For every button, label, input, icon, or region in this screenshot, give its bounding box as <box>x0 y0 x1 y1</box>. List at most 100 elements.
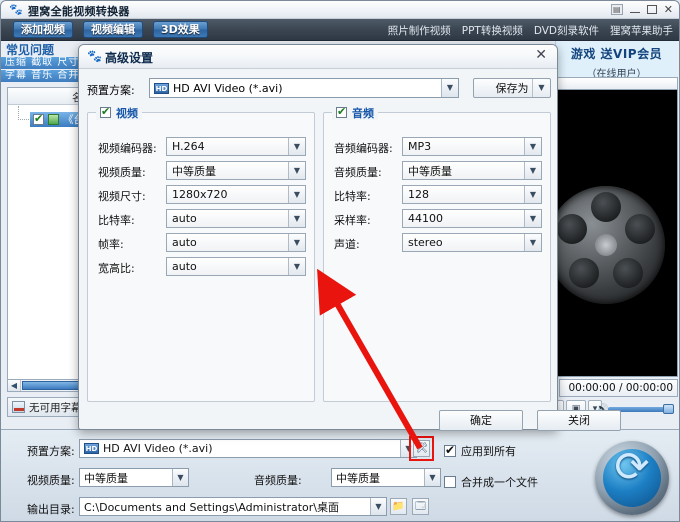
merge-files-checkbox[interactable] <box>444 476 456 488</box>
dialog-close-icon[interactable]: ✕ <box>535 47 547 63</box>
minimize-button[interactable] <box>629 6 640 13</box>
chevron-down-icon[interactable]: ▼ <box>524 234 541 251</box>
apply-to-all-checkbox[interactable] <box>444 443 456 457</box>
label-video-size: 视频尺寸: <box>98 190 146 203</box>
bottom-audio-quality-field[interactable]: 中等质量 ▼ <box>331 468 441 487</box>
field-video-size: 视频尺寸: 1280x720 ▼ <box>98 185 306 204</box>
playback-time: 00:00:00 / 00:00:00 <box>559 379 678 397</box>
value-video-size: 1280x720 <box>172 188 228 201</box>
select-aspect-ratio[interactable]: auto ▼ <box>166 257 306 276</box>
value-frame-rate: auto <box>172 236 197 249</box>
chevron-down-icon[interactable]: ▼ <box>288 186 305 203</box>
output-dir-field[interactable]: C:\Documents and Settings\Administrator\… <box>79 497 387 516</box>
bottom-video-quality-field[interactable]: 中等质量 ▼ <box>79 468 189 487</box>
dialog-preset-field[interactable]: HD HD AVI Video (*.avi) ▼ <box>149 78 459 98</box>
save-as-button[interactable]: 保存为 ▼ <box>473 78 551 98</box>
field-aspect-ratio: 宽高比: auto ▼ <box>98 257 306 276</box>
label-video-quality: 视频质量: <box>98 166 146 179</box>
label-video-codec: 视频编码器: <box>98 142 157 155</box>
chevron-down-icon[interactable]: ▼ <box>288 162 305 179</box>
subtitle-status-label: 无可用字幕 <box>29 401 82 414</box>
output-dir-value: C:\Documents and Settings\Administrator\… <box>84 500 340 514</box>
select-channels[interactable]: stereo ▼ <box>402 233 542 252</box>
chevron-down-icon[interactable]: ▼ <box>532 79 550 97</box>
link-apple-assistant[interactable]: 狸窝苹果助手 <box>610 23 673 38</box>
select-audio-quality[interactable]: 中等质量 ▼ <box>402 161 542 180</box>
merge-files-row[interactable]: 合并成一个文件 <box>444 474 538 490</box>
select-audio-codec[interactable]: MP3 ▼ <box>402 137 542 156</box>
chevron-down-icon[interactable]: ▼ <box>524 162 541 179</box>
highlight-annotation <box>409 436 434 461</box>
row-checkbox[interactable] <box>33 112 44 125</box>
bottom-video-quality-label: 视频质量: <box>27 474 75 487</box>
open-folder-button[interactable]: 🗔 <box>412 498 429 515</box>
main-toolbar: 添加视频 视频编辑 3D效果 照片制作视频 PPT转换视频 DVD刻录软件 狸窝… <box>1 19 679 41</box>
chevron-down-icon[interactable]: ▼ <box>370 498 386 515</box>
chevron-down-icon[interactable]: ▼ <box>524 138 541 155</box>
ok-button[interactable]: 确定 <box>439 410 523 431</box>
advanced-settings-dialog: 🐾 高级设置 ✕ 预置方案: HD HD AVI Video (*.avi) ▼… <box>78 44 621 431</box>
bottom-audio-quality-value: 中等质量 <box>336 471 380 485</box>
audio-group-header: 音频 <box>332 105 378 120</box>
maximize-button[interactable] <box>646 5 657 14</box>
select-video-codec[interactable]: H.264 ▼ <box>166 137 306 156</box>
value-audio-quality: 中等质量 <box>408 164 452 178</box>
dialog-app-icon: 🐾 <box>87 49 102 63</box>
chevron-down-icon[interactable]: ▼ <box>524 210 541 227</box>
chevron-down-icon[interactable]: ▼ <box>288 138 305 155</box>
chevron-down-icon[interactable]: ▼ <box>424 469 440 486</box>
label-sample-rate: 采样率: <box>334 214 371 227</box>
add-video-button[interactable]: 添加视频 <box>13 21 73 38</box>
save-as-label: 保存为 <box>495 82 529 95</box>
link-ppt-to-video[interactable]: PPT转换视频 <box>462 23 523 38</box>
value-video-codec: H.264 <box>172 140 205 153</box>
select-video-bitrate[interactable]: auto ▼ <box>166 209 306 228</box>
label-audio-codec: 音频编码器: <box>334 142 393 155</box>
effect-3d-button[interactable]: 3D效果 <box>153 21 208 38</box>
select-frame-rate[interactable]: auto ▼ <box>166 233 306 252</box>
video-enable-checkbox[interactable] <box>100 105 111 118</box>
field-audio-quality: 音频质量: 中等质量 ▼ <box>334 161 542 180</box>
window-title: 狸窝全能视频转换器 <box>28 5 130 18</box>
chevron-down-icon[interactable]: ▼ <box>288 258 305 275</box>
browse-folder-button[interactable]: 📁 <box>390 498 407 515</box>
bottom-preset-value: HD AVI Video (*.avi) <box>103 442 213 455</box>
value-aspect-ratio: auto <box>172 260 197 273</box>
field-audio-codec: 音频编码器: MP3 ▼ <box>334 137 542 156</box>
dialog-close-button[interactable]: 关闭 <box>537 410 621 431</box>
audio-enable-checkbox[interactable] <box>336 105 347 118</box>
chevron-down-icon[interactable]: ▼ <box>441 79 458 97</box>
field-video-bitrate: 比特率: auto ▼ <box>98 209 306 228</box>
link-dvd-burner[interactable]: DVD刻录软件 <box>534 23 599 38</box>
restore-button[interactable]: ▤ <box>610 4 623 15</box>
label-channels: 声道: <box>334 238 360 251</box>
select-video-size[interactable]: 1280x720 ▼ <box>166 185 306 204</box>
value-audio-codec: MP3 <box>408 140 432 153</box>
close-button[interactable]: ✕ <box>664 2 673 17</box>
select-video-quality[interactable]: 中等质量 ▼ <box>166 161 306 180</box>
field-frame-rate: 帧率: auto ▼ <box>98 233 306 252</box>
output-dir-label: 输出目录: <box>27 503 75 516</box>
value-audio-bitrate: 128 <box>408 188 429 201</box>
label-frame-rate: 帧率: <box>98 238 124 251</box>
bottom-settings-bar: 预置方案: HD HD AVI Video (*.avi) ▼ 🛠 应用到所有 … <box>1 429 679 521</box>
chevron-down-icon[interactable]: ▼ <box>524 186 541 203</box>
apply-to-all-row[interactable]: 应用到所有 <box>444 443 516 459</box>
bottom-preset-field[interactable]: HD HD AVI Video (*.avi) ▼ <box>79 439 417 458</box>
audio-settings-group: 音频 音频编码器: MP3 ▼ 音频质量: 中等质量 ▼ 比特率: 12 <box>323 105 551 402</box>
video-group-label: 视频 <box>116 106 138 120</box>
value-video-quality: 中等质量 <box>172 164 216 178</box>
dialog-title: 高级设置 <box>105 51 154 65</box>
select-audio-bitrate[interactable]: 128 ▼ <box>402 185 542 204</box>
select-sample-rate[interactable]: 44100 ▼ <box>402 209 542 228</box>
link-photo-to-video[interactable]: 照片制作视频 <box>388 23 451 38</box>
dialog-body: 预置方案: HD HD AVI Video (*.avi) ▼ 保存为 ▼ 视频… <box>79 70 621 431</box>
field-audio-bitrate: 比特率: 128 ▼ <box>334 185 542 204</box>
chevron-down-icon[interactable]: ▼ <box>288 210 305 227</box>
chevron-down-icon[interactable]: ▼ <box>172 469 188 486</box>
chevron-down-icon[interactable]: ▼ <box>288 234 305 251</box>
window-controls: ▤ ✕ <box>610 2 673 17</box>
volume-knob[interactable] <box>663 404 674 414</box>
video-edit-button[interactable]: 视频编辑 <box>83 21 143 38</box>
scroll-left-icon[interactable]: ◀ <box>8 380 21 391</box>
